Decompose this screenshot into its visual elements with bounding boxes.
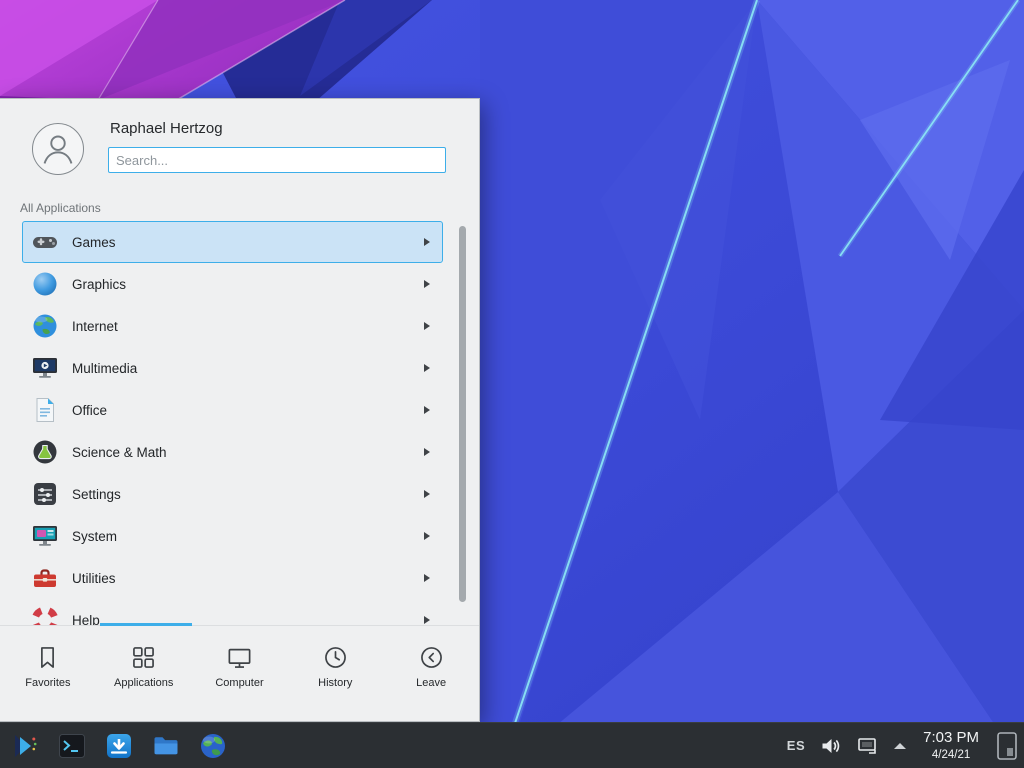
- tab-history[interactable]: History: [287, 626, 383, 721]
- submenu-arrow-icon: [424, 406, 430, 414]
- graphics-sphere-icon: [31, 270, 59, 298]
- category-help[interactable]: Help: [22, 599, 443, 626]
- category-label: Office: [72, 403, 424, 418]
- submenu-arrow-icon: [424, 532, 430, 540]
- computer-icon: [192, 642, 288, 672]
- tab-label: Favorites: [0, 677, 96, 689]
- clock-time: 7:03 PM: [923, 729, 979, 747]
- taskbar: ES 7:03 PM 4/24/21: [0, 722, 1024, 768]
- taskbar-launchers: [10, 731, 228, 761]
- category-label: Multimedia: [72, 361, 424, 376]
- tab-label: Applications: [96, 677, 192, 689]
- submenu-arrow-icon: [424, 238, 430, 246]
- tab-favorites[interactable]: Favorites: [0, 626, 96, 721]
- category-list: Games Graphics: [0, 221, 479, 626]
- category-games[interactable]: Games: [22, 221, 443, 263]
- gamepad-icon: [31, 228, 59, 256]
- software-center-icon[interactable]: [104, 731, 134, 761]
- tab-label: Computer: [192, 677, 288, 689]
- user-avatar[interactable]: [32, 123, 84, 175]
- submenu-arrow-icon: [424, 280, 430, 288]
- lifebuoy-icon: [31, 606, 59, 626]
- category-multimedia[interactable]: Multimedia: [22, 347, 443, 389]
- active-tab-indicator: [100, 623, 192, 626]
- category-label: Internet: [72, 319, 424, 334]
- bookmark-icon: [0, 642, 96, 672]
- network-icon[interactable]: [857, 736, 879, 756]
- category-settings[interactable]: Settings: [22, 473, 443, 515]
- user-name: Raphael Hertzog: [110, 120, 223, 137]
- search-input[interactable]: [108, 147, 446, 173]
- tab-computer[interactable]: Computer: [192, 626, 288, 721]
- category-label: System: [72, 529, 424, 544]
- application-launcher: Raphael Hertzog All Applications Games: [0, 98, 480, 722]
- clock-date: 4/24/21: [923, 748, 979, 762]
- category-graphics[interactable]: Graphics: [22, 263, 443, 305]
- show-desktop-button[interactable]: [996, 731, 1018, 761]
- multimedia-monitor-icon: [31, 354, 59, 382]
- terminal-icon[interactable]: [57, 731, 87, 761]
- submenu-arrow-icon: [424, 574, 430, 582]
- desktop: Raphael Hertzog All Applications Games: [0, 0, 1024, 768]
- tab-label: Leave: [383, 677, 479, 689]
- category-label: Science & Math: [72, 445, 424, 460]
- scrollbar-thumb[interactable]: [459, 226, 466, 602]
- category-label: Utilities: [72, 571, 424, 586]
- user-avatar-icon: [33, 124, 83, 174]
- system-monitor-icon: [31, 522, 59, 550]
- file-manager-icon[interactable]: [151, 731, 181, 761]
- expand-tray-caret-icon[interactable]: [894, 743, 906, 749]
- submenu-arrow-icon: [424, 322, 430, 330]
- tab-leave[interactable]: Leave: [383, 626, 479, 721]
- system-tray: ES 7:03 PM 4/24/21: [787, 729, 1018, 761]
- category-science-math[interactable]: Science & Math: [22, 431, 443, 473]
- submenu-arrow-icon: [424, 616, 430, 624]
- section-label: All Applications: [20, 201, 101, 215]
- volume-icon[interactable]: [820, 736, 842, 756]
- grid-icon: [96, 642, 192, 672]
- leave-icon: [383, 642, 479, 672]
- tab-label: History: [287, 677, 383, 689]
- category-label: Settings: [72, 487, 424, 502]
- sliders-icon: [31, 480, 59, 508]
- document-icon: [31, 396, 59, 424]
- globe-icon: [31, 312, 59, 340]
- submenu-arrow-icon: [424, 490, 430, 498]
- submenu-arrow-icon: [424, 448, 430, 456]
- web-browser-icon[interactable]: [198, 731, 228, 761]
- category-system[interactable]: System: [22, 515, 443, 557]
- category-utilities[interactable]: Utilities: [22, 557, 443, 599]
- keyboard-layout-indicator[interactable]: ES: [787, 738, 805, 753]
- submenu-arrow-icon: [424, 364, 430, 372]
- category-internet[interactable]: Internet: [22, 305, 443, 347]
- clock-widget[interactable]: 7:03 PM 4/24/21: [923, 729, 979, 761]
- launcher-footer: Favorites Applications: [0, 625, 479, 721]
- category-office[interactable]: Office: [22, 389, 443, 431]
- toolbox-icon: [31, 564, 59, 592]
- category-label: Graphics: [72, 277, 424, 292]
- clock-icon: [287, 642, 383, 672]
- tab-applications[interactable]: Applications: [96, 626, 192, 721]
- category-label: Games: [72, 235, 424, 250]
- launcher-header: Raphael Hertzog: [0, 99, 479, 199]
- flask-icon: [31, 438, 59, 466]
- app-launcher-icon[interactable]: [10, 731, 40, 761]
